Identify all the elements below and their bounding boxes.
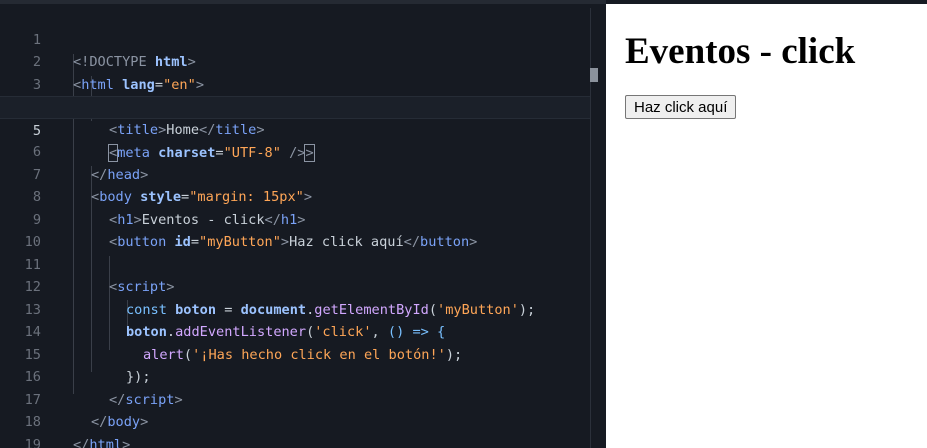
preview-heading: Eventos - click [625,31,856,72]
code-line-11[interactable]: 11 <script> [0,231,592,296]
code-line-16[interactable]: 16 </script> [0,344,592,408]
code-line-12[interactable]: 12 const boton = document.getElementById… [0,254,592,318]
editor-scrollbar-thumb[interactable] [590,68,598,82]
code-line-6[interactable]: 6 </head> [0,119,592,183]
code-line-15[interactable]: 15 }); [0,321,592,386]
code-line-10[interactable]: 10 [0,209,592,250]
code-line-4[interactable]: 4 <title>Home</title> [0,74,592,138]
app-window: 1 <!DOCTYPE html> 2 <html lang="en"> 3 <… [0,0,927,448]
code-editor[interactable]: 1 <!DOCTYPE html> 2 <html lang="en"> 3 <… [0,0,606,448]
preview-pane: Eventos - click Haz click aquí [606,4,927,448]
code-line-2[interactable]: 2 <html lang="en"> [0,29,592,93]
code-line-9[interactable]: 9 <button id="myButton">Haz click aquí</… [0,186,592,251]
code-line-8[interactable]: 8 <h1>Eventos - click</h1> [0,164,592,228]
line-number: 19 [24,436,41,448]
code-line-18[interactable]: 18 </html> [0,389,592,448]
code-line-19[interactable]: 19 [0,411,592,448]
code-line-17[interactable]: 17 </body> [0,366,592,431]
code-line-1[interactable]: 1 <!DOCTYPE html> [0,6,592,71]
code-line-5[interactable]: 5 <meta charset="UTF-8" />> [0,96,592,162]
code-line-3[interactable]: 3 <head> [0,51,592,116]
haz-click-button[interactable]: Haz click aquí [625,95,737,119]
code-line-7[interactable]: 7 <body style="margin: 15px"> [0,141,592,206]
code-line-13[interactable]: 13 boton.addEventListener('click', () =>… [0,276,592,341]
code-line-14[interactable]: 14 alert('¡Has hecho click en el botón!'… [0,299,592,363]
